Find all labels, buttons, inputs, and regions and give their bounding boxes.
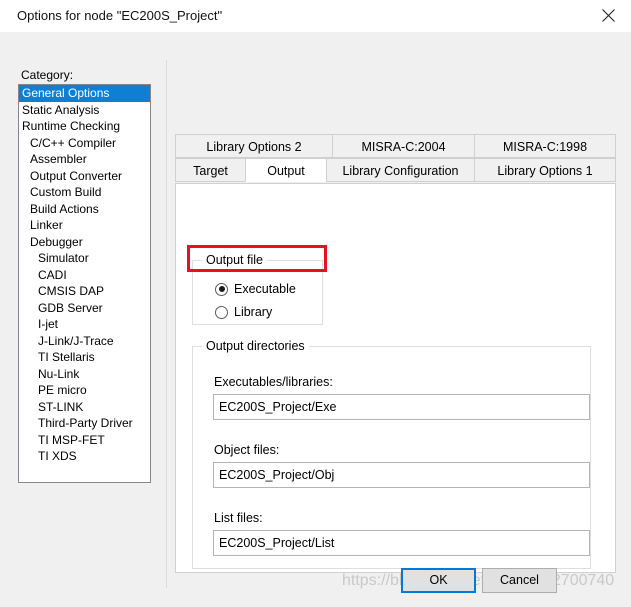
- sidebar-item[interactable]: Output Converter: [19, 168, 150, 185]
- object-files-input[interactable]: [213, 462, 590, 488]
- dialog-body: Category: General Options Static Analysis…: [0, 32, 631, 607]
- sidebar-item[interactable]: Third-Party Driver: [19, 415, 150, 432]
- sidebar-item[interactable]: Nu-Link: [19, 366, 150, 383]
- ok-button[interactable]: OK: [401, 568, 476, 593]
- sidebar-item[interactable]: Assembler: [19, 151, 150, 168]
- radio-library-label: Library: [234, 305, 273, 319]
- executables-libraries-label: Executables/libraries:: [214, 375, 333, 389]
- sidebar-item[interactable]: CADI: [19, 267, 150, 284]
- close-icon: [601, 9, 615, 22]
- tab[interactable]: MISRA-C:1998: [474, 134, 616, 158]
- list-files-input[interactable]: [213, 530, 590, 556]
- tab[interactable]: Target: [175, 158, 245, 182]
- tab-row-upper: Library Options 2 MISRA-C:2004 MISRA-C:199…: [175, 134, 616, 159]
- sidebar-item[interactable]: PE micro: [19, 382, 150, 399]
- tab-row-lower: Target Output Library Configuration Library…: [175, 158, 616, 183]
- sidebar-item[interactable]: General Options: [19, 85, 150, 102]
- title-bar: Options for node "EC200S_Project": [0, 0, 631, 33]
- output-file-group: Output file Executable Library: [192, 253, 323, 325]
- radio-executable[interactable]: Executable: [215, 282, 296, 296]
- output-file-group-title: Output file: [202, 253, 267, 267]
- sidebar-item[interactable]: Simulator: [19, 250, 150, 267]
- tab[interactable]: Library Options 2: [175, 134, 332, 158]
- tab[interactable]: Library Configuration: [326, 158, 474, 182]
- window-title: Options for node "EC200S_Project": [17, 8, 223, 23]
- cancel-button[interactable]: Cancel: [482, 568, 557, 593]
- sidebar-item[interactable]: ST-LINK: [19, 399, 150, 416]
- radio-executable-label: Executable: [234, 282, 296, 296]
- sidebar-item[interactable]: TI Stellaris: [19, 349, 150, 366]
- output-directories-group: Output directories Executables/libraries…: [192, 339, 591, 569]
- sidebar-item[interactable]: Debugger: [19, 234, 150, 251]
- tab[interactable]: Output: [245, 158, 326, 182]
- options-content-pane: Library Options 2 MISRA-C:2004 MISRA-C:199…: [167, 60, 617, 588]
- output-directories-group-title: Output directories: [202, 339, 309, 353]
- sidebar-item[interactable]: CMSIS DAP: [19, 283, 150, 300]
- close-button[interactable]: [585, 0, 631, 31]
- sidebar-item[interactable]: TI MSP-FET: [19, 432, 150, 449]
- sidebar-item[interactable]: Build Actions: [19, 201, 150, 218]
- sidebar-item[interactable]: Runtime Checking: [19, 118, 150, 135]
- sidebar-item[interactable]: Static Analysis: [19, 102, 150, 119]
- category-label: Category:: [21, 68, 74, 82]
- sidebar-item[interactable]: C/C++ Compiler: [19, 135, 150, 152]
- radio-executable-mark: [215, 282, 228, 296]
- radio-library-mark: [215, 305, 228, 319]
- sidebar-item[interactable]: Linker: [19, 217, 150, 234]
- category-list[interactable]: General Options Static Analysis Runtime Ch…: [18, 84, 151, 483]
- sidebar-item[interactable]: I-jet: [19, 316, 150, 333]
- object-files-label: Object files:: [214, 443, 280, 457]
- tab-panel-output: Output file Executable Library Output di…: [175, 183, 616, 573]
- tab-bar: Library Options 2 MISRA-C:2004 MISRA-C:199…: [175, 134, 616, 183]
- tab[interactable]: Library Options 1: [474, 158, 616, 182]
- sidebar-item[interactable]: Custom Build: [19, 184, 150, 201]
- sidebar-item[interactable]: J-Link/J-Trace: [19, 333, 150, 350]
- executables-libraries-input[interactable]: [213, 394, 590, 420]
- list-files-label: List files:: [214, 511, 263, 525]
- tab[interactable]: MISRA-C:2004: [332, 134, 474, 158]
- radio-library[interactable]: Library: [215, 305, 272, 319]
- sidebar-item[interactable]: GDB Server: [19, 300, 150, 317]
- sidebar-item[interactable]: TI XDS: [19, 448, 150, 465]
